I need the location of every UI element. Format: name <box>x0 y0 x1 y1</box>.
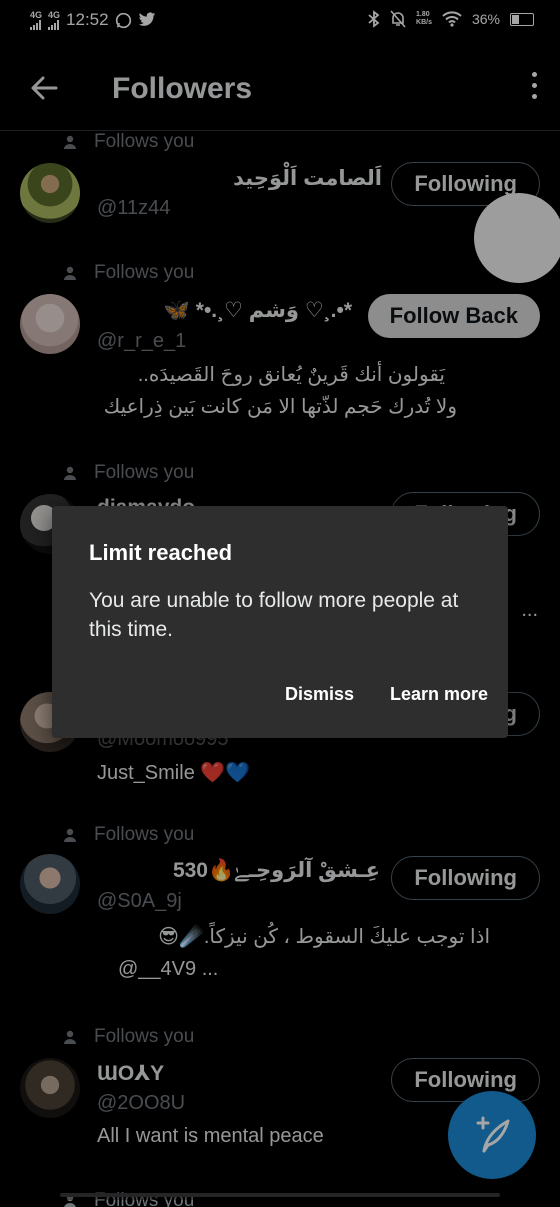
limit-reached-dialog: Limit reached You are unable to follow m… <box>52 506 508 738</box>
dialog-title: Limit reached <box>89 540 233 565</box>
learn-more-button[interactable]: Learn more <box>390 684 488 705</box>
dismiss-button[interactable]: Dismiss <box>285 684 354 705</box>
dialog-message: You are unable to follow more people at … <box>89 589 459 641</box>
